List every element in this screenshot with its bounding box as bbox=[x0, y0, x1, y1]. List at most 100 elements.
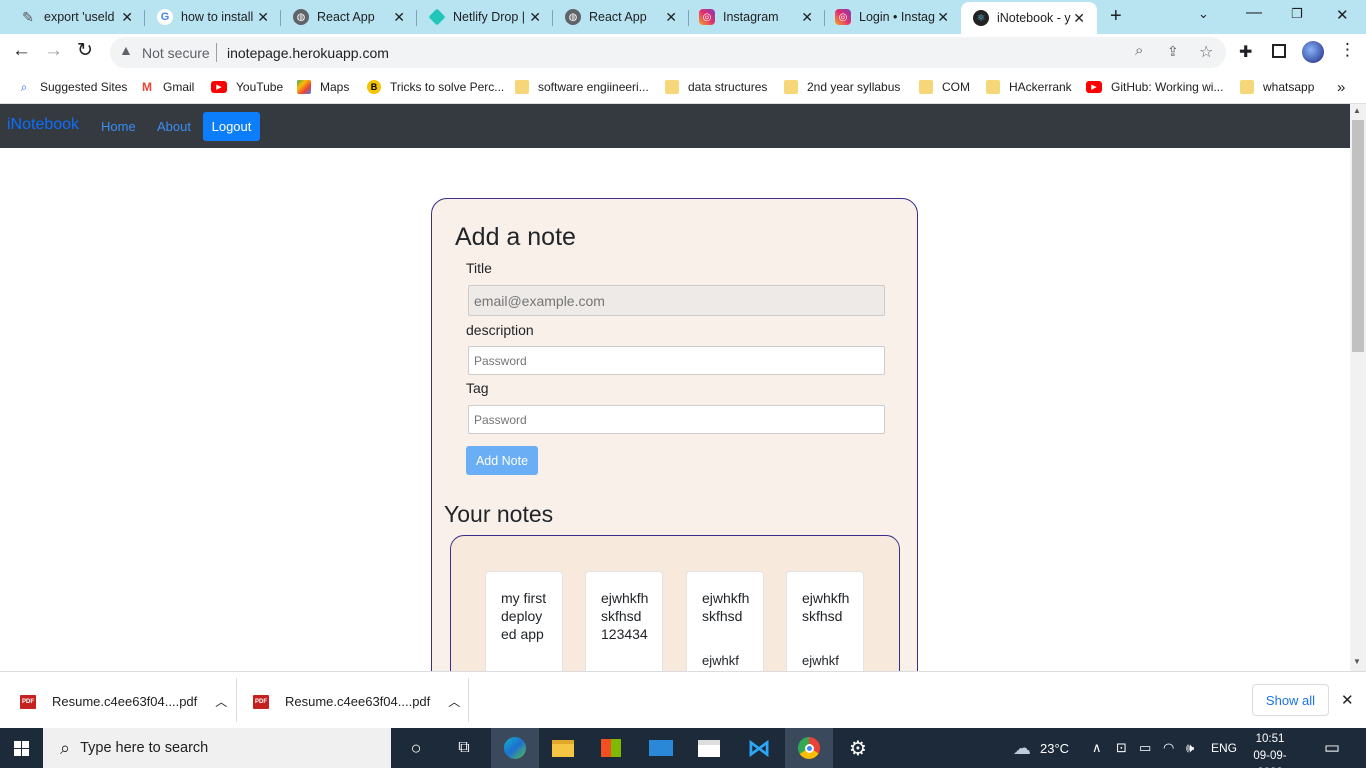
close-icon[interactable]: ✕ bbox=[937, 9, 949, 26]
add-note-button[interactable]: Add Note bbox=[466, 446, 538, 475]
windows-taskbar: ⌕ Type here to search ○ ⧉ ⋈ ⚙ ☁ 23°C ∧ ⊡… bbox=[0, 728, 1366, 779]
tab-label: how to install bbox=[181, 10, 254, 24]
speaker-icon[interactable]: 🕪 bbox=[1186, 728, 1194, 768]
scroll-down-arrow-icon[interactable]: ▼ bbox=[1353, 657, 1361, 666]
warning-icon: ▲ bbox=[119, 42, 133, 58]
download-item[interactable]: PDF Resume.c4ee63f04....pdf ︿ bbox=[253, 693, 460, 710]
tab-instagram[interactable]: ◎ Instagram ✕ bbox=[689, 2, 825, 32]
bookmark-github-working[interactable]: ▶ GitHub: Working wi... bbox=[1086, 77, 1223, 97]
reload-icon[interactable]: ↻ bbox=[77, 39, 93, 62]
back-arrow-icon[interactable]: ← bbox=[12, 40, 31, 62]
close-icon[interactable]: ✕ bbox=[121, 9, 133, 26]
bookmark-gmail[interactable]: M Gmail bbox=[140, 77, 194, 97]
show-all-button[interactable]: Show all bbox=[1252, 684, 1329, 716]
minimize-icon[interactable]: — bbox=[1246, 4, 1262, 22]
extensions-puzzle-icon[interactable]: ✚ bbox=[1239, 42, 1252, 62]
tab-netlify-drop[interactable]: Netlify Drop | ✕ bbox=[417, 2, 553, 32]
cortana-icon[interactable]: ○ bbox=[392, 728, 440, 768]
url-text[interactable]: inotepage.herokuapp.com bbox=[227, 45, 389, 61]
forward-arrow-icon[interactable]: → bbox=[44, 40, 63, 62]
close-icon[interactable]: ✕ bbox=[529, 9, 541, 26]
note-description: ejwhkf bbox=[802, 653, 839, 668]
bookmark-com[interactable]: COM bbox=[919, 77, 970, 97]
close-icon[interactable]: ✕ bbox=[1073, 10, 1085, 27]
microsoft-store-icon[interactable] bbox=[587, 728, 635, 768]
tab-how-to-install[interactable]: G how to install ✕ bbox=[145, 2, 281, 32]
security-label[interactable]: Not secure bbox=[142, 45, 210, 61]
tab-search-chevron-icon[interactable]: ⌄ bbox=[1198, 6, 1209, 22]
bookmark-whatsapp[interactable]: whatsapp bbox=[1240, 77, 1314, 97]
tab-label: iNotebook - y bbox=[997, 11, 1071, 25]
close-icon[interactable]: ✕ bbox=[801, 9, 813, 26]
address-bar[interactable]: ▲ Not secure inotepage.herokuapp.com ⌕ ⇪… bbox=[110, 37, 1226, 68]
close-icon[interactable]: ✕ bbox=[257, 9, 269, 26]
bookmark-tricks[interactable]: B Tricks to solve Perc... bbox=[367, 77, 504, 97]
chevron-up-icon[interactable]: ︿ bbox=[215, 693, 227, 710]
bookmark-software-engineering[interactable]: software engiineeri... bbox=[515, 77, 649, 97]
bookmark-star-icon[interactable]: ☆ bbox=[1199, 42, 1213, 62]
tray-chevron-up-icon[interactable]: ∧ bbox=[1092, 728, 1102, 768]
kebab-menu-icon[interactable]: ⋮ bbox=[1339, 40, 1356, 60]
restore-icon[interactable]: ❐ bbox=[1291, 6, 1303, 22]
youtube-icon: ▶ bbox=[1086, 81, 1102, 93]
window-close-icon[interactable]: ✕ bbox=[1336, 6, 1349, 24]
weather-widget[interactable]: ☁ 23°C bbox=[1013, 728, 1069, 768]
chevron-up-icon[interactable]: ︿ bbox=[448, 693, 460, 710]
side-panel-icon[interactable] bbox=[1272, 44, 1286, 58]
brand-logo[interactable]: iNotebook bbox=[7, 116, 79, 134]
battery-icon[interactable]: ▭ bbox=[1139, 728, 1151, 768]
tab-react-app-2[interactable]: ◍ React App ✕ bbox=[553, 2, 689, 32]
download-item[interactable]: PDF Resume.c4ee63f04....pdf ︿ bbox=[20, 693, 227, 710]
bookmark-youtube[interactable]: ▶ YouTube bbox=[211, 77, 283, 97]
edge-browser-icon[interactable] bbox=[491, 728, 539, 768]
maps-icon bbox=[297, 80, 311, 94]
windows-start-icon[interactable] bbox=[0, 728, 43, 768]
task-view-icon[interactable]: ⧉ bbox=[440, 728, 488, 768]
bookmark-2nd-year-syllabus[interactable]: 2nd year syllabus bbox=[784, 77, 900, 97]
close-icon[interactable]: ✕ bbox=[393, 9, 405, 26]
language-indicator[interactable]: ENG bbox=[1211, 728, 1237, 768]
nav-about-link[interactable]: About bbox=[157, 119, 191, 134]
globe-icon: ◍ bbox=[293, 9, 309, 25]
clock[interactable]: 10:51 09-09-2022 bbox=[1247, 731, 1293, 782]
notification-icon[interactable]: ▭ bbox=[1324, 728, 1340, 768]
tag-input[interactable] bbox=[468, 405, 885, 434]
bookmark-maps[interactable]: Maps bbox=[297, 77, 349, 97]
vscode-icon[interactable]: ⋈ bbox=[735, 728, 783, 768]
tab-export[interactable]: ✎ export 'useld ✕ bbox=[0, 2, 145, 32]
profile-avatar[interactable] bbox=[1302, 41, 1324, 63]
zoom-icon[interactable]: ⌕ bbox=[1135, 42, 1143, 59]
share-icon[interactable]: ⇪ bbox=[1167, 43, 1179, 60]
wifi-icon[interactable]: ◠ bbox=[1163, 728, 1174, 768]
scrollbar-thumb[interactable] bbox=[1352, 120, 1364, 352]
title-input[interactable] bbox=[468, 285, 885, 316]
nav-home-link[interactable]: Home bbox=[101, 119, 136, 134]
people-icon[interactable]: ⊡ bbox=[1116, 728, 1127, 768]
scroll-up-arrow-icon[interactable]: ▲ bbox=[1353, 106, 1361, 115]
taskbar-search-box[interactable]: ⌕ Type here to search bbox=[43, 728, 391, 768]
your-notes-heading: Your notes bbox=[444, 501, 554, 527]
description-input[interactable] bbox=[468, 346, 885, 375]
tab-inotebook-active[interactable]: ⚛ iNotebook - y ✕ bbox=[961, 2, 1097, 34]
bookmark-hackerrank[interactable]: HAckerrank bbox=[986, 77, 1072, 97]
bookmark-label: Maps bbox=[320, 80, 350, 94]
chrome-icon[interactable] bbox=[785, 728, 833, 768]
close-icon[interactable]: ✕ bbox=[665, 9, 677, 26]
globe-icon: ◍ bbox=[565, 9, 581, 25]
new-tab-button[interactable]: + bbox=[1110, 5, 1122, 28]
file-explorer-icon[interactable] bbox=[539, 728, 587, 768]
video-editor-icon[interactable] bbox=[685, 728, 733, 768]
mail-icon[interactable] bbox=[637, 728, 685, 768]
settings-gear-icon[interactable]: ⚙ bbox=[834, 728, 882, 768]
close-downloads-icon[interactable]: ✕ bbox=[1341, 691, 1354, 709]
bookmark-suggested-sites[interactable]: ⌕ Suggested Sites bbox=[17, 77, 128, 97]
taskbar-search-placeholder: Type here to search bbox=[80, 740, 209, 756]
tab-login-instagram[interactable]: ◎ Login • Instag ✕ bbox=[825, 2, 961, 32]
bookmark-label: Tricks to solve Perc... bbox=[390, 80, 505, 94]
bookmark-data-structures[interactable]: data structures bbox=[665, 77, 767, 97]
bookmarks-more-button[interactable]: » bbox=[1337, 77, 1345, 97]
tab-react-app-1[interactable]: ◍ React App ✕ bbox=[281, 2, 417, 32]
netlify-icon bbox=[428, 8, 446, 26]
logout-button[interactable]: Logout bbox=[203, 112, 260, 141]
description-label: description bbox=[466, 322, 534, 338]
